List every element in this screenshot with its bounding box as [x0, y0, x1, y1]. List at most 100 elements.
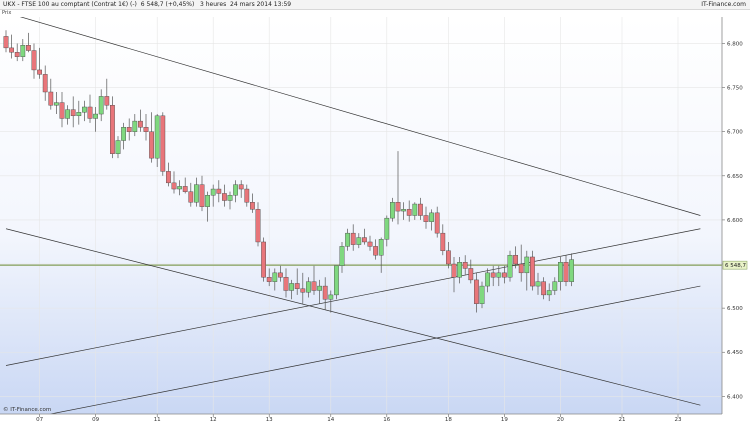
candle-body	[87, 106, 93, 119]
x-tick-label: 23	[675, 417, 682, 422]
candle-body	[474, 279, 479, 304]
candle-body	[401, 209, 406, 212]
candle-body	[558, 262, 563, 282]
candle-body	[513, 254, 519, 265]
candle-body	[137, 120, 143, 128]
candle-body	[233, 184, 238, 196]
candle-body	[451, 263, 457, 278]
candle-body	[563, 262, 569, 282]
candle-body	[20, 45, 26, 57]
x-tick-label: 19	[501, 417, 508, 422]
candle-body	[289, 283, 294, 291]
candle-body	[93, 113, 99, 119]
candle-body	[502, 272, 507, 278]
candle-body	[490, 272, 496, 278]
candle-body	[518, 263, 524, 274]
candle-body	[104, 96, 110, 106]
candle-body	[423, 215, 429, 222]
candle-body	[278, 272, 283, 278]
chart-window: UKX - FTSE 100 au comptant (Contrat 1€) …	[0, 0, 750, 422]
y-tick-label: 6.800	[727, 41, 743, 47]
y-tick-label: 6.600	[727, 218, 743, 224]
candle-body	[311, 281, 317, 291]
candle-body	[317, 285, 322, 291]
watermark: © IT-Finance.com	[3, 406, 51, 413]
y-tick-label: 6.700	[727, 130, 743, 136]
x-tick-label: 18	[445, 417, 452, 422]
candle-body	[412, 203, 418, 216]
candle-body	[249, 202, 255, 210]
plot-background	[0, 17, 722, 414]
candle-body	[322, 285, 328, 300]
candle-body	[149, 131, 154, 159]
candle-body	[26, 45, 31, 51]
candle-body	[182, 186, 188, 192]
y-tick-label: 6.450	[727, 350, 743, 356]
candle-body	[272, 272, 278, 282]
candle-body	[199, 184, 205, 207]
x-tick-label: 09	[92, 417, 99, 422]
y-axis: 6.8006.7506.7006.6506.6006.5506.5006.450…	[721, 17, 748, 414]
candle-body	[367, 241, 373, 247]
candle-body	[9, 47, 14, 53]
candle-body	[109, 105, 115, 154]
candle-body	[98, 96, 104, 115]
x-tick-label: 12	[210, 417, 217, 422]
candle-body	[132, 120, 138, 132]
candle-body	[306, 281, 311, 293]
x-axis: 07 09 11 12 13 14 16 18 19 20 21 23	[0, 413, 722, 422]
candle-body	[294, 283, 300, 289]
candle-body	[462, 262, 468, 269]
candle-body	[541, 281, 547, 296]
candlestick-chart[interactable]: 6.8006.7506.7006.6506.6006.5506.5006.450…	[0, 0, 750, 422]
candle-body	[457, 262, 462, 278]
candle-body	[205, 195, 210, 207]
candle-body	[434, 212, 440, 234]
candle-body	[160, 115, 166, 172]
candle-body	[171, 182, 177, 190]
candle-body	[406, 209, 412, 216]
candle-body	[384, 217, 390, 240]
candle-body	[378, 239, 384, 256]
candle-body	[530, 256, 535, 287]
candle-body	[339, 246, 345, 266]
candle-body	[143, 127, 149, 132]
candle-body	[188, 191, 194, 203]
candle-body	[446, 250, 451, 265]
candle-body	[496, 272, 502, 278]
candle-body	[177, 186, 182, 190]
candle-body	[42, 74, 48, 93]
candle-body	[390, 202, 395, 219]
candle-body	[524, 256, 530, 274]
candle-body	[221, 193, 227, 201]
candle-body	[485, 272, 490, 287]
candle-body	[373, 246, 378, 256]
x-tick-label: 13	[266, 417, 273, 422]
candle-body	[546, 290, 552, 296]
candle-body	[334, 265, 339, 296]
candle-body	[59, 102, 65, 119]
candle-body	[227, 195, 233, 201]
x-tick-label: 11	[154, 417, 161, 422]
candle-body	[418, 203, 423, 216]
candle-body	[395, 202, 401, 212]
candle-body	[48, 91, 54, 106]
candle-body	[261, 241, 266, 278]
candle-body	[31, 50, 37, 71]
candle-body	[356, 237, 362, 245]
candle-body	[165, 171, 171, 184]
last-price-label: 6 548,7	[725, 263, 746, 269]
candle-body	[216, 188, 222, 194]
candle-body	[154, 115, 160, 159]
candle-body	[121, 127, 127, 141]
x-tick-label: 16	[383, 417, 390, 422]
candle-body	[54, 102, 59, 106]
candle-body	[76, 112, 82, 117]
candle-body	[468, 268, 474, 281]
candle-body	[65, 109, 71, 119]
candle-body	[70, 109, 76, 117]
candle-body	[37, 69, 43, 75]
candle-body	[328, 294, 334, 300]
candle-body	[350, 232, 356, 245]
candle-body	[266, 277, 272, 282]
